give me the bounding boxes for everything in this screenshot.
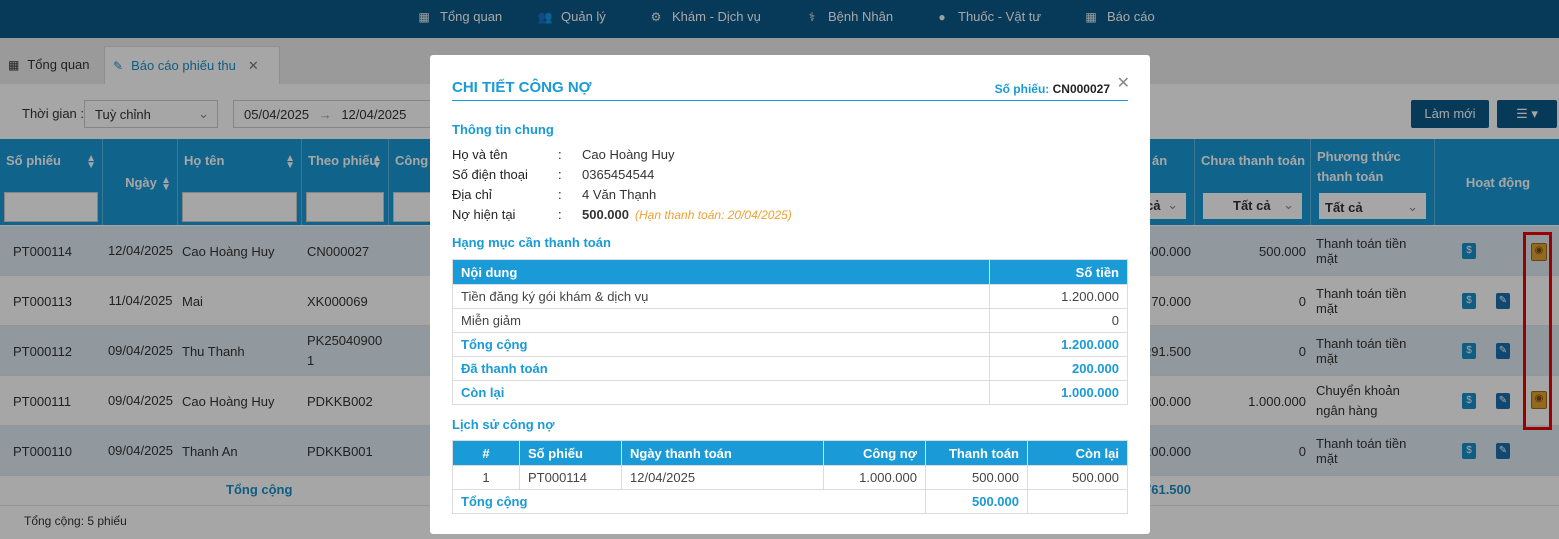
item-content: Miễn giảm [452,308,990,333]
items-title: Hạng mục cần thanh toán [452,235,611,250]
table-row: Miễn giảm 0 [452,308,1128,333]
hist-code: PT000114 [519,465,622,490]
hist-date: 12/04/2025 [621,465,824,490]
item-amount: 1.200.000 [989,332,1128,357]
history-table: # Số phiếu Ngày thanh toán Công nợ Thanh… [452,440,1128,514]
item-content: Tổng cộng [452,332,990,357]
info-colon: : [558,207,562,222]
info-label: Địa chỉ [452,187,492,202]
hist-debt: 1.000.000 [823,465,926,490]
info-value: Cao Hoàng Huy [582,147,675,162]
modal-code: Số phiếu: CN000027 [995,82,1110,96]
th-code: Số phiếu [519,440,622,466]
table-row: Tổng cộng 1.200.000 [452,332,1128,357]
item-amount: 0 [989,308,1128,333]
info-colon: : [558,187,562,202]
table-row: 1 PT000114 12/04/2025 1.000.000 500.000 … [452,465,1128,490]
info-label: Họ và tên [452,147,508,162]
hist-paid: 500.000 [925,465,1028,490]
item-amount: 200.000 [989,356,1128,381]
table-row: Tổng cộng 500.000 [452,489,1128,514]
info-colon: : [558,147,562,162]
due-date-note: (Hạn thanh toán: 20/04/2025) [635,208,792,222]
th-no: # [452,440,520,466]
hist-total-paid: 500.000 [925,489,1028,514]
th-debt: Công nợ [823,440,926,466]
debt-detail-modal: CHI TIẾT CÔNG NỢ Số phiếu: CN000027 ✕ Th… [430,55,1150,534]
divider [452,100,1128,101]
info-value: 4 Văn Thạnh [582,187,657,202]
info-value: 500.000 [582,207,629,222]
item-amount: 1.000.000 [989,380,1128,405]
table-row: Còn lại 1.000.000 [452,380,1128,405]
info-label: Nợ hiện tại [452,207,516,222]
history-title: Lịch sử công nợ [452,417,555,432]
item-amount: 1.200.000 [989,284,1128,309]
hist-total-label: Tổng cộng [452,489,926,514]
hist-no: 1 [452,465,520,490]
current-debt: 500.000 (Hạn thanh toán: 20/04/2025) [582,207,792,222]
code-label: Số phiếu: [994,82,1050,96]
hist-remain: 500.000 [1027,465,1128,490]
general-info-title: Thông tin chung [452,122,554,137]
code-value: CN000027 [1052,82,1110,96]
th-amount: Số tiền [989,259,1128,285]
th-date: Ngày thanh toán [621,440,824,466]
table-row: Tiền đăng ký gói khám & dịch vụ 1.200.000 [452,284,1128,309]
item-content: Tiền đăng ký gói khám & dịch vụ [452,284,990,309]
item-content: Còn lại [452,380,990,405]
hist-total-empty [1027,489,1128,514]
info-label: Số điện thoại [452,167,528,182]
info-value: 0365454544 [582,167,655,182]
close-icon[interactable]: ✕ [1117,73,1130,93]
info-colon: : [558,167,562,182]
modal-title: CHI TIẾT CÔNG NỢ [452,79,592,96]
th-content: Nội dung [452,259,990,285]
th-remain: Còn lại [1027,440,1128,466]
table-row: Đã thanh toán 200.000 [452,356,1128,381]
items-table: Nội dung Số tiền Tiền đăng ký gói khám & … [452,259,1128,405]
item-content: Đã thanh toán [452,356,990,381]
th-paid: Thanh toán [925,440,1028,466]
